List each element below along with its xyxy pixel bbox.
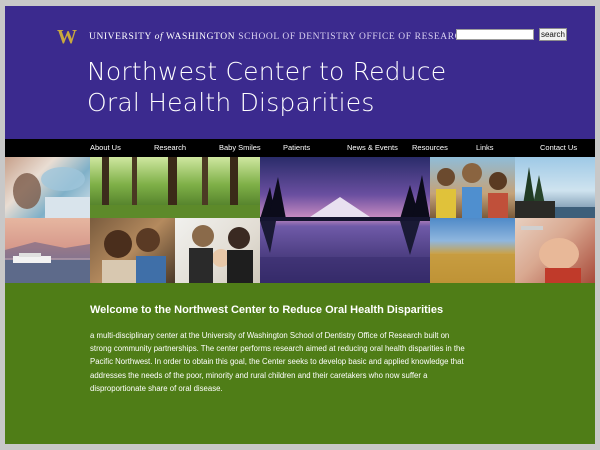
- children-art: [436, 163, 508, 218]
- wheat-field-art: [430, 254, 515, 283]
- forest-art: [90, 157, 260, 218]
- family-with-baby-photo: [175, 218, 260, 283]
- family-baby-art: [189, 225, 253, 283]
- site-title[interactable]: Northwest Center to Reduce Oral Health D…: [87, 56, 446, 118]
- site-header: W UNIVERSITY of WASHINGTON SCHOOL OF DEN…: [5, 6, 595, 139]
- nav-item-baby-smiles[interactable]: Baby Smiles: [219, 139, 261, 157]
- nav-item-research[interactable]: Research: [154, 139, 186, 157]
- nav-item-links[interactable]: Links: [476, 139, 494, 157]
- forest-photo: [90, 157, 260, 218]
- children-smiling-photo: [430, 157, 515, 218]
- school-of-dentistry-label: SCHOOL OF DENTISTRY OFFICE OF RESEARCH: [238, 32, 470, 42]
- dental-exam-photo: [5, 157, 90, 218]
- coastal-trees-art: [515, 167, 595, 218]
- mountain-lake-sunset-photo: [260, 157, 430, 283]
- main-nav: About Us Research Baby Smiles Patients N…: [5, 139, 595, 157]
- child-dental-visit-photo: [515, 218, 595, 283]
- welcome-heading: Welcome to the Northwest Center to Reduc…: [90, 304, 444, 316]
- search-input[interactable]: [456, 29, 534, 40]
- nav-item-patients[interactable]: Patients: [283, 139, 310, 157]
- grandmother-child-art: [102, 228, 166, 283]
- main-content: Welcome to the Northwest Center to Reduc…: [5, 283, 595, 444]
- university-word: UNIVERSITY: [89, 32, 152, 42]
- search-button[interactable]: search: [539, 28, 567, 41]
- grandmother-and-child-photo: [90, 218, 175, 283]
- coastal-trees-photo: [515, 157, 595, 218]
- washington-word: WASHINGTON: [166, 32, 236, 42]
- nav-item-news-events[interactable]: News & Events: [347, 139, 398, 157]
- site-title-line-1: Northwest Center to Reduce: [87, 57, 447, 86]
- photo-collage: [5, 157, 595, 283]
- page: W UNIVERSITY of WASHINGTON SCHOOL OF DEN…: [5, 6, 595, 444]
- ferry-sunset-photo: [5, 218, 90, 283]
- center-description: a multi-disciplinary center at the Unive…: [90, 331, 465, 393]
- nav-item-resources[interactable]: Resources: [412, 139, 448, 157]
- university-school-line[interactable]: UNIVERSITY of WASHINGTON SCHOOL OF DENTI…: [89, 32, 469, 42]
- uw-w-logo[interactable]: W: [57, 27, 79, 47]
- mountain-lake-art: [260, 175, 430, 283]
- child-dental-art: [521, 226, 581, 283]
- site-title-line-2: Oral Health Disparities: [87, 88, 375, 117]
- nav-item-about-us[interactable]: About Us: [90, 139, 121, 157]
- nav-item-contact-us[interactable]: Contact Us: [540, 139, 577, 157]
- ferry-art: [5, 242, 90, 283]
- dental-exam-art: [13, 167, 90, 218]
- of-word: of: [154, 32, 164, 42]
- wheat-field-photo: [430, 218, 515, 283]
